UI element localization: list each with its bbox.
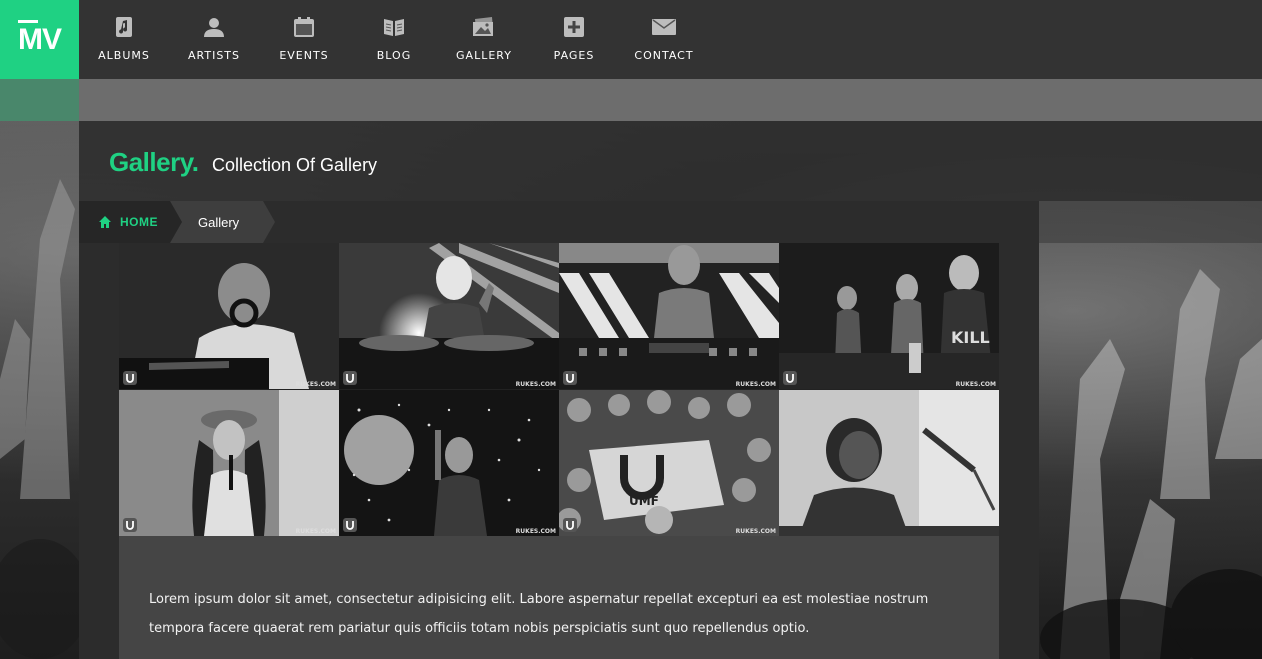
logo-text: MV xyxy=(18,22,62,56)
photo-watermark: RUKES.COM xyxy=(735,528,776,535)
nav-item-events[interactable]: EVENTS xyxy=(259,0,349,79)
description-box: Lorem ipsum dolor sit amet, consectetur … xyxy=(119,536,999,659)
nav-item-gallery[interactable]: GALLERY xyxy=(439,0,529,79)
nav-label: BLOG xyxy=(376,49,412,62)
gallery-photo[interactable]: KILL RUKES.COM xyxy=(779,243,999,389)
nav-item-blog[interactable]: BLOG xyxy=(349,0,439,79)
gallery-photo[interactable]: RUKES.COM xyxy=(559,243,779,389)
nav-label: PAGES xyxy=(553,49,595,62)
photo-watermark: RUKES.COM xyxy=(735,381,776,388)
ultra-logo-icon xyxy=(563,518,577,532)
gallery-icon xyxy=(472,15,496,39)
breadcrumb-home-label: HOME xyxy=(120,215,158,229)
nav-item-albums[interactable]: ALBUMS xyxy=(79,0,169,79)
gallery-description: Lorem ipsum dolor sit amet, consectetur … xyxy=(149,592,929,636)
photo-watermark: RUKES.COM xyxy=(295,381,336,388)
ultra-logo-icon xyxy=(563,371,577,385)
photo-watermark: RUKES.COM xyxy=(295,528,336,535)
nav-item-artists[interactable]: ARTISTS xyxy=(169,0,259,79)
gallery-photo[interactable]: RUKES.COM xyxy=(339,390,559,536)
ultra-logo-icon xyxy=(343,371,357,385)
nav-label: EVENTS xyxy=(279,49,329,62)
book-icon xyxy=(382,15,406,39)
nav-label: ARTISTS xyxy=(187,49,240,62)
photo-watermark: RUKES.COM xyxy=(515,381,556,388)
right-side-panel xyxy=(1039,201,1262,243)
ultra-logo-icon xyxy=(123,518,137,532)
site-logo[interactable]: MV xyxy=(0,0,79,79)
plus-square-icon xyxy=(562,15,586,39)
music-note-icon xyxy=(112,15,136,39)
ultra-logo-icon xyxy=(343,518,357,532)
gallery-photo[interactable]: RUKES.COM xyxy=(119,390,339,536)
logo-overline xyxy=(18,20,38,23)
svg-text:KILL: KILL xyxy=(951,328,990,347)
page-title: Gallery. xyxy=(109,147,199,177)
main-content: HOME Gallery RUKES.COM RUKES.COM RUKES.C… xyxy=(79,201,1039,659)
svg-text:UMF: UMF xyxy=(629,494,659,508)
main-nav: ALBUMS ARTISTS EVENTS BLOG GALLERY PAGES… xyxy=(79,0,709,79)
gallery-photo[interactable]: RUKES.COM xyxy=(339,243,559,389)
gallery-grid: RUKES.COM RUKES.COM RUKES.COM KILL RUKES… xyxy=(119,243,999,536)
nav-label: ALBUMS xyxy=(98,49,150,62)
gallery-photo[interactable]: RUKES.COM xyxy=(119,243,339,389)
envelope-icon xyxy=(652,15,676,39)
breadcrumb: HOME Gallery xyxy=(79,201,276,243)
breadcrumb-current-label: Gallery xyxy=(198,214,240,230)
breadcrumb-home[interactable]: HOME xyxy=(79,201,170,243)
page-heading: Gallery. Collection Of Gallery xyxy=(79,121,1262,201)
nav-label: CONTACT xyxy=(634,49,694,62)
photo-watermark: RUKES.COM xyxy=(955,381,996,388)
home-icon xyxy=(99,216,111,228)
nav-item-contact[interactable]: CONTACT xyxy=(619,0,709,79)
breadcrumb-current: Gallery xyxy=(170,201,276,243)
nav-item-pages[interactable]: PAGES xyxy=(529,0,619,79)
sub-header-bar xyxy=(0,79,1262,121)
photo-watermark: RUKES.COM xyxy=(515,528,556,535)
gallery-photo[interactable]: UMF RUKES.COM xyxy=(559,390,779,536)
user-icon xyxy=(202,15,226,39)
page-subtitle: Collection Of Gallery xyxy=(212,155,378,175)
nav-label: GALLERY xyxy=(456,49,512,62)
top-navigation-bar: MV ALBUMS ARTISTS EVENTS BLOG GALLERY PA… xyxy=(0,0,1262,79)
calendar-icon xyxy=(292,15,316,39)
ultra-logo-icon xyxy=(123,371,137,385)
ultra-logo-icon xyxy=(783,371,797,385)
sub-header-accent xyxy=(0,79,79,121)
gallery-photo[interactable] xyxy=(779,390,999,536)
